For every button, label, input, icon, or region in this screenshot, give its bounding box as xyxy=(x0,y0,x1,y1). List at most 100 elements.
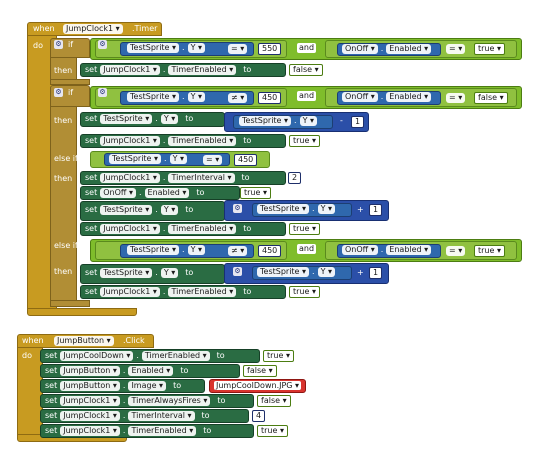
property-dropdown[interactable]: TimerEnabled ▾ xyxy=(168,224,237,234)
number-block[interactable]: 450 xyxy=(258,92,282,104)
property-dropdown[interactable]: Y ▾ xyxy=(160,268,179,278)
set-label: set xyxy=(85,188,98,197)
boolean-block[interactable]: false ▾ xyxy=(289,64,323,76)
component-dropdown[interactable]: JumpButton ▾ xyxy=(60,366,120,376)
component-dropdown[interactable]: JumpClock1 ▾ xyxy=(100,287,160,297)
boolean-block[interactable]: true ▾ xyxy=(474,245,505,257)
then-label: then xyxy=(54,267,73,276)
number-block[interactable]: 450 xyxy=(234,154,258,166)
component-dropdown[interactable]: JumpClock1 ▾ xyxy=(60,396,120,406)
gear-icon[interactable]: ⚙ xyxy=(98,40,107,49)
boolean-block[interactable]: true ▾ xyxy=(289,286,320,298)
number-block[interactable]: 4 xyxy=(252,410,266,422)
property-dropdown[interactable]: Y ▾ xyxy=(160,205,179,215)
operator-dropdown[interactable]: = ▾ xyxy=(228,44,248,54)
boolean-block[interactable]: true ▾ xyxy=(289,223,320,235)
operator-dropdown[interactable]: = ▾ xyxy=(446,246,466,256)
boolean-block[interactable]: true ▾ xyxy=(240,187,271,199)
gear-icon[interactable]: ⚙ xyxy=(233,204,242,213)
property-dropdown[interactable]: Enabled ▾ xyxy=(386,245,432,255)
property-dropdown[interactable]: TimerEnabled ▾ xyxy=(168,65,237,75)
number-value: 1 xyxy=(355,117,361,126)
property-name: Enabled xyxy=(389,245,422,254)
boolean-block[interactable]: true ▾ xyxy=(474,43,505,55)
property-dropdown[interactable]: TimerEnabled ▾ xyxy=(141,351,210,361)
number-block[interactable]: 1 xyxy=(369,204,383,216)
boolean-block[interactable]: false ▾ xyxy=(474,92,508,104)
number-block[interactable]: 550 xyxy=(258,43,282,55)
property-dropdown[interactable]: Enabled ▾ xyxy=(386,44,432,54)
component-dropdown[interactable]: OnOff ▾ xyxy=(342,44,378,54)
property-dropdown[interactable]: Y ▾ xyxy=(160,114,179,124)
operator-dropdown[interactable]: = ▾ xyxy=(446,44,466,54)
property-dropdown[interactable]: Y ▾ xyxy=(187,92,206,102)
component-dropdown[interactable]: TestSprite ▾ xyxy=(127,43,180,53)
event-component-dropdown[interactable]: JumpButton ▾ xyxy=(54,336,114,346)
property-dropdown[interactable]: TimerInterval ▾ xyxy=(168,173,235,183)
component-dropdown[interactable]: TestSprite ▾ xyxy=(100,114,153,124)
property-dropdown[interactable]: TimerEnabled ▾ xyxy=(168,287,237,297)
component-dropdown[interactable]: TestSprite ▾ xyxy=(109,154,162,164)
component-dropdown[interactable]: OnOff ▾ xyxy=(342,245,378,255)
property-dropdown[interactable]: Y ▾ xyxy=(299,116,318,126)
property-name: Y xyxy=(190,92,196,101)
property-dropdown[interactable]: Enabled ▾ xyxy=(386,92,432,102)
property-dropdown[interactable]: TimerAlwaysFires ▾ xyxy=(128,396,211,406)
component-dropdown[interactable]: TestSprite ▾ xyxy=(257,267,310,277)
chevron-down-icon: ▾ xyxy=(115,24,120,33)
property-dropdown[interactable]: TimerEnabled ▾ xyxy=(168,136,237,146)
component-dropdown[interactable]: TestSprite ▾ xyxy=(127,92,180,102)
set-label: set xyxy=(85,65,98,74)
component-dropdown[interactable]: OnOff ▾ xyxy=(342,92,378,102)
component-dropdown[interactable]: TestSprite ▾ xyxy=(100,205,153,215)
component-dropdown[interactable]: TestSprite ▾ xyxy=(127,245,180,255)
dot: . xyxy=(294,116,297,125)
text-block[interactable]: JumpCoolDown.JPG ▾ xyxy=(209,379,307,393)
gear-icon[interactable]: ⚙ xyxy=(98,88,107,97)
property-dropdown[interactable]: TimerEnabled ▾ xyxy=(128,426,197,436)
number-block[interactable]: 1 xyxy=(351,116,365,128)
operator-dropdown[interactable]: = ▾ xyxy=(203,155,223,165)
component-dropdown[interactable]: OnOff ▾ xyxy=(100,188,136,198)
boolean-block[interactable]: true ▾ xyxy=(289,135,320,147)
component-dropdown[interactable]: JumpButton ▾ xyxy=(60,381,120,391)
operator-dropdown[interactable]: ≠ ▾ xyxy=(228,246,248,256)
property-dropdown[interactable]: TimerInterval ▾ xyxy=(128,411,195,421)
dot: . xyxy=(380,44,384,53)
operator-dropdown[interactable]: ≠ ▾ xyxy=(228,93,248,103)
component-dropdown[interactable]: JumpClock1 ▾ xyxy=(100,136,160,146)
then-label: then xyxy=(54,116,73,125)
boolean-block[interactable]: false ▾ xyxy=(257,395,291,407)
number-block[interactable]: 2 xyxy=(288,172,302,184)
property-dropdown[interactable]: Image ▾ xyxy=(128,381,167,391)
component-dropdown[interactable]: JumpClock1 ▾ xyxy=(60,411,120,421)
event-component-name: JumpClock1 xyxy=(66,24,114,33)
boolean-block[interactable]: true ▾ xyxy=(257,425,288,437)
dot: . xyxy=(162,65,166,74)
component-dropdown[interactable]: JumpClock1 ▾ xyxy=(100,65,160,75)
boolean-block[interactable]: false ▾ xyxy=(243,365,277,377)
dot: . xyxy=(182,245,185,254)
component-dropdown[interactable]: TestSprite ▾ xyxy=(239,116,292,126)
boolean-block[interactable]: true ▾ xyxy=(263,350,294,362)
operator-dropdown[interactable]: = ▾ xyxy=(446,93,466,103)
component-dropdown[interactable]: JumpClock1 ▾ xyxy=(100,224,160,234)
component-dropdown[interactable]: JumpClock1 ▾ xyxy=(100,173,160,183)
gear-icon[interactable]: ⚙ xyxy=(233,267,242,276)
property-dropdown[interactable]: Y ▾ xyxy=(169,154,188,164)
event-component-dropdown[interactable]: JumpClock1 ▾ xyxy=(63,24,123,34)
property-dropdown[interactable]: Y ▾ xyxy=(317,267,336,277)
property-dropdown[interactable]: Enabled ▾ xyxy=(144,188,190,198)
number-block[interactable]: 450 xyxy=(258,245,282,257)
property-dropdown[interactable]: Y ▾ xyxy=(317,204,336,214)
number-block[interactable]: 1 xyxy=(369,267,383,279)
gear-icon[interactable]: ⚙ xyxy=(54,40,63,49)
component-dropdown[interactable]: JumpClock1 ▾ xyxy=(60,426,120,436)
property-dropdown[interactable]: Enabled ▾ xyxy=(128,366,174,376)
component-dropdown[interactable]: TestSprite ▾ xyxy=(100,268,153,278)
component-dropdown[interactable]: TestSprite ▾ xyxy=(257,204,310,214)
gear-icon[interactable]: ⚙ xyxy=(54,88,63,97)
component-dropdown[interactable]: JumpCoolDown ▾ xyxy=(60,351,134,361)
property-dropdown[interactable]: Y ▾ xyxy=(187,43,206,53)
property-dropdown[interactable]: Y ▾ xyxy=(187,245,206,255)
